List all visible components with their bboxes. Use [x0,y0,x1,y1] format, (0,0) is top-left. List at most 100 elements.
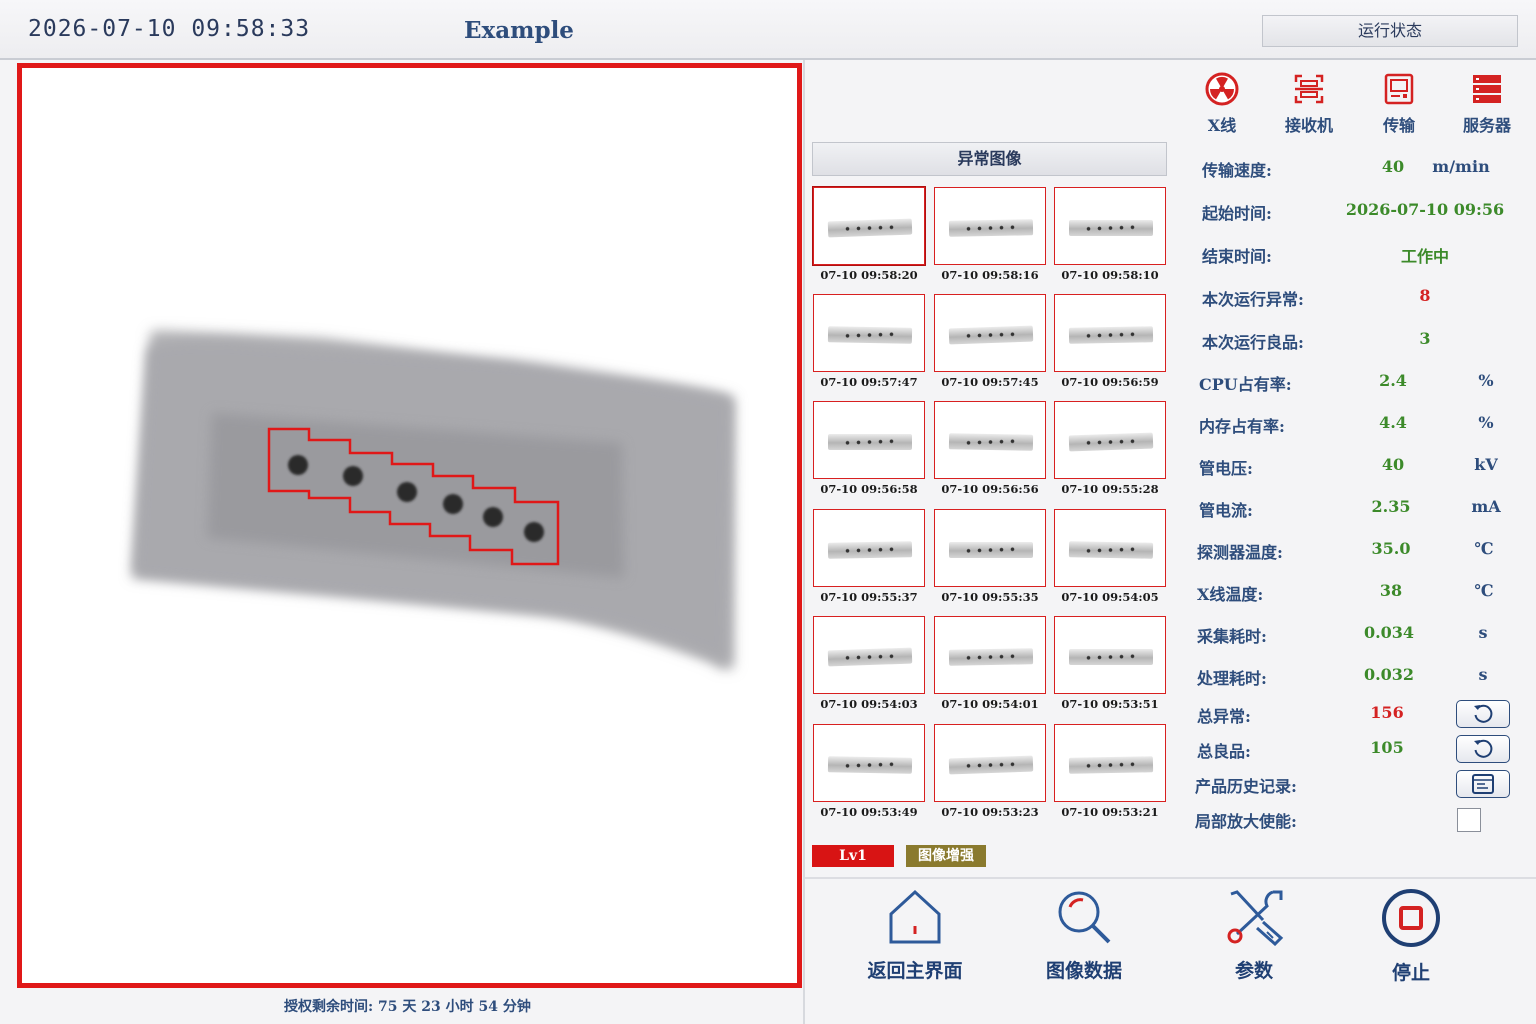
abnormal-thumbnail[interactable] [813,294,925,372]
thumbnail-timestamp: 07-10 09:55:28 [1061,482,1159,496]
thumbnail-timestamp: 07-10 09:58:10 [1061,268,1159,282]
xray-image-viewer[interactable] [17,63,802,988]
tube-voltage-label: 管电压: [1199,459,1253,478]
processing-time-value: 0.032 [1363,665,1415,684]
server-status[interactable]: 服务器 [1452,72,1522,136]
thumbnail-timestamp: 07-10 09:54:03 [820,697,918,711]
run-status-button[interactable]: 运行状态 [1262,15,1518,47]
processing-time-label: 处理耗时: [1197,669,1267,688]
run-abnormal-value: 8 [1419,286,1431,305]
acquisition-time-unit: s [1478,623,1488,642]
speed-unit: m/min [1432,157,1490,176]
abnormal-thumbnail[interactable] [1054,616,1166,694]
history-record-button[interactable] [1456,770,1510,798]
transport-device-icon [1384,73,1414,105]
processing-time-unit: s [1478,665,1488,684]
abnormal-thumbnail[interactable] [813,509,925,587]
start-time-value: 2026-07-10 09:56 [1345,200,1505,219]
params-button-label: 参数 [1234,960,1273,982]
home-icon [889,889,941,944]
receiver-status[interactable]: 接收机 [1274,72,1344,136]
total-good-label: 总良品: [1197,742,1251,761]
thumbnail-timestamp: 07-10 09:55:37 [820,590,918,604]
app-title: Example [464,17,574,44]
abnormal-thumbnail[interactable] [934,724,1046,802]
abnormal-thumbnail[interactable] [1054,509,1166,587]
abnormal-thumbnail[interactable] [813,401,925,479]
abnormal-thumbnail[interactable] [934,401,1046,479]
abnormal-thumbnail[interactable] [813,187,925,265]
xray-temp-label: X线温度: [1197,585,1264,604]
xray-temp-unit: ℃ [1474,581,1494,600]
receiver-status-label: 接收机 [1284,116,1333,135]
home-button[interactable]: 返回主界面 [845,888,985,998]
xray-image [132,330,734,670]
tube-voltage-unit: kV [1474,455,1498,474]
thumbnail-timestamp: 07-10 09:58:20 [820,268,918,282]
acquisition-time-label: 采集耗时: [1197,627,1267,646]
license-remaining-text: 授权剩余时间: 75 天 23 小时 54 分钟 [284,999,531,1015]
thumbnail-timestamp: 07-10 09:53:51 [1061,697,1159,711]
zoom-enable-label: 局部放大使能: [1195,812,1297,831]
thumbnail-timestamp: 07-10 09:53:49 [820,805,918,819]
run-good-label: 本次运行良品: [1202,333,1304,352]
transport-status-label: 传输 [1382,116,1415,135]
image-enhance-badge[interactable]: 图像增强 [906,845,986,867]
abnormal-thumbnail[interactable] [1054,401,1166,479]
abnormal-thumbnail[interactable] [934,509,1046,587]
tube-current-label: 管电流: [1199,501,1253,520]
thumbnail-timestamp: 07-10 09:53:23 [941,805,1039,819]
magnifier-icon [1058,891,1111,944]
total-good-value: 105 [1370,738,1404,757]
transport-status[interactable]: 传输 [1364,72,1434,136]
abnormal-images-header: 异常图像 [812,142,1167,176]
thumbnail-timestamp: 07-10 09:56:56 [941,482,1039,496]
abnormal-thumbnail[interactable] [813,616,925,694]
abnormal-thumbnail[interactable] [934,616,1046,694]
zoom-enable-checkbox[interactable] [1457,808,1481,832]
thumbnail-timestamp: 07-10 09:56:58 [820,482,918,496]
memory-value: 4.4 [1379,413,1407,432]
abnormal-thumbnail[interactable] [1054,294,1166,372]
run-good-value: 3 [1419,329,1431,348]
end-time-value: 工作中 [1400,247,1449,266]
thumbnail-timestamp: 07-10 09:54:01 [941,697,1039,711]
cpu-unit: % [1478,371,1494,390]
panel-divider [803,60,805,1024]
memory-unit: % [1478,413,1494,432]
abnormal-thumbnail[interactable] [934,294,1046,372]
memory-label: 内存占有率: [1199,417,1285,436]
abnormal-thumbnail[interactable] [1054,187,1166,265]
top-bar: 2026-07-10 09:58:33 Example 运行状态 [0,0,1536,60]
run-abnormal-label: 本次运行异常: [1202,290,1304,309]
image-data-button[interactable]: 图像数据 [1014,888,1154,998]
history-label: 产品历史记录: [1195,777,1297,796]
xray-temp-value: 38 [1379,581,1403,600]
abnormal-thumbnail[interactable] [934,187,1046,265]
detector-temp-value: 35.0 [1371,539,1411,558]
detector-temp-label: 探测器温度: [1197,543,1283,562]
acquisition-time-value: 0.034 [1363,623,1415,642]
stop-icon [1382,889,1440,947]
tools-icon [1227,890,1284,946]
stop-button[interactable]: 停止 [1341,888,1481,998]
abnormal-thumbnail[interactable] [813,724,925,802]
thumbnail-timestamp: 07-10 09:55:35 [941,590,1039,604]
abnormal-thumbnail[interactable] [1054,724,1166,802]
params-button[interactable]: 参数 [1184,888,1324,998]
thumbnail-timestamp: 07-10 09:56:59 [1061,375,1159,389]
xray-status[interactable]: X线 [1187,72,1257,136]
tube-voltage-value: 40 [1381,455,1405,474]
detector-temp-unit: ℃ [1474,539,1494,558]
reset-good-button[interactable] [1456,735,1510,763]
reset-abnormal-button[interactable] [1456,700,1510,728]
history-list-icon [1472,774,1494,794]
datetime-display: 2026-07-10 09:58:33 [28,16,311,42]
cpu-value: 2.4 [1379,371,1407,390]
reset-icon [1474,739,1493,758]
nav-divider [805,877,1536,879]
tube-current-unit: mA [1471,497,1501,516]
thumbnail-timestamp: 07-10 09:54:05 [1061,590,1159,604]
level-badge[interactable]: Lv1 [812,845,894,867]
speed-label: 传输速度: [1202,161,1272,180]
